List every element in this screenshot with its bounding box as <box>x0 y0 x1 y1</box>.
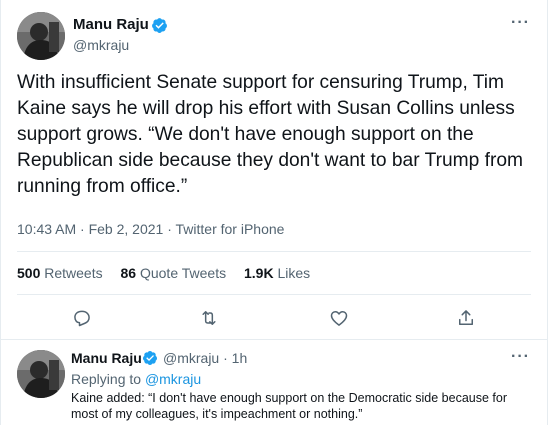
reply-button[interactable] <box>69 306 95 330</box>
likes-label: Likes <box>277 265 311 281</box>
reply-icon <box>74 310 90 327</box>
retweet-button[interactable] <box>196 306 222 330</box>
avatar[interactable] <box>17 12 65 60</box>
retweets-label: Retweets <box>44 265 103 281</box>
reply-text: Kaine added: “I don't have enough suppor… <box>71 391 508 421</box>
replying-to-handle-link[interactable]: @mkraju <box>145 371 201 387</box>
divider <box>17 251 531 252</box>
tweet-timestamp[interactable]: 10:43 AM · Feb 2, 2021 · Twitter for iPh… <box>17 221 284 237</box>
quotes-label: Quote Tweets <box>139 265 227 281</box>
tweet-text: With insufficient Senate support for cen… <box>17 72 524 197</box>
more-icon[interactable]: ··· <box>511 348 530 366</box>
reply-author-handle[interactable]: @mkraju · 1h <box>163 350 247 366</box>
verified-badge-icon <box>152 18 167 33</box>
likes-count: 1.9K <box>244 265 274 281</box>
like-icon <box>330 311 348 326</box>
quotes-count: 86 <box>120 265 137 281</box>
more-icon[interactable]: ··· <box>511 14 530 32</box>
tweet-stats: 500 Retweets 86 Quote Tweets 1.9K Likes <box>17 265 324 281</box>
replying-to: Replying to @mkraju <box>71 371 201 387</box>
retweet-icon <box>202 311 216 325</box>
author-name[interactable]: Manu Raju <box>73 16 149 33</box>
author-handle[interactable]: @mkraju <box>73 37 129 53</box>
retweets-stat[interactable]: 500 Retweets <box>17 265 103 281</box>
verified-badge-icon <box>142 351 157 365</box>
divider <box>17 294 531 295</box>
tweet-actions <box>1 306 548 332</box>
tweet-thread: Manu Raju @mkraju ··· With insufficient … <box>0 0 548 425</box>
share-button[interactable] <box>453 306 479 330</box>
quotes-stat[interactable]: 86 Quote Tweets <box>121 265 227 281</box>
replying-to-label: Replying to <box>71 371 142 387</box>
like-button[interactable] <box>326 306 352 330</box>
share-icon <box>459 310 473 325</box>
reply-avatar[interactable] <box>17 350 65 398</box>
likes-stat[interactable]: 1.9K Likes <box>244 265 310 281</box>
reply-author-name[interactable]: Manu Raju <box>71 350 142 366</box>
divider <box>1 339 547 340</box>
retweets-count: 500 <box>17 265 41 281</box>
